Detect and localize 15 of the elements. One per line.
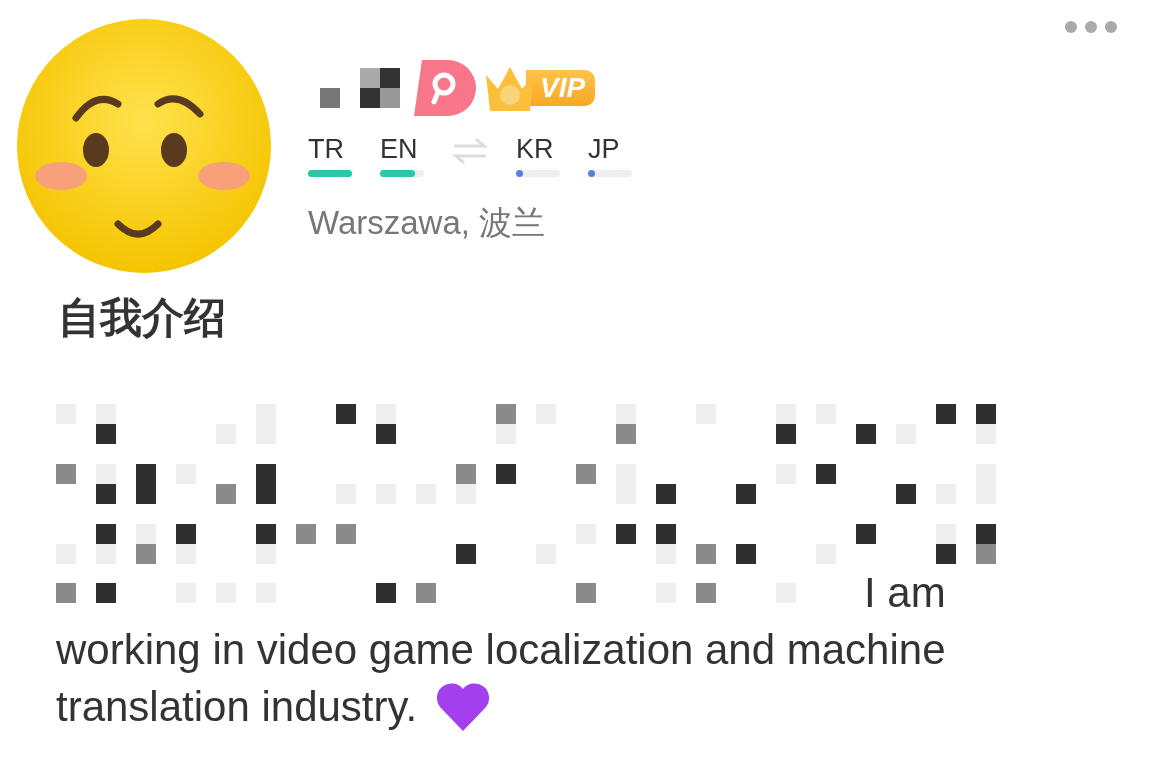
- intro-text: working in video game localization and machine: [56, 625, 946, 675]
- p-badge-icon: [414, 60, 476, 116]
- heart-icon: [435, 680, 492, 733]
- intro-text: I am: [864, 568, 946, 618]
- location-text: Warszawa, 波兰: [308, 203, 547, 243]
- language-code: JP: [588, 134, 621, 164]
- intro-heading: 自我介绍: [58, 293, 227, 343]
- vip-badge: VIP: [482, 61, 596, 115]
- exchange-arrows-icon: [452, 136, 488, 166]
- language-code: EN: [380, 134, 419, 164]
- more-icon[interactable]: [1064, 20, 1120, 34]
- avatar-emoji-icon: [16, 18, 272, 274]
- language-code: KR: [516, 134, 555, 164]
- language-code: TR: [308, 134, 345, 164]
- intro-text: translation industry.: [56, 682, 418, 732]
